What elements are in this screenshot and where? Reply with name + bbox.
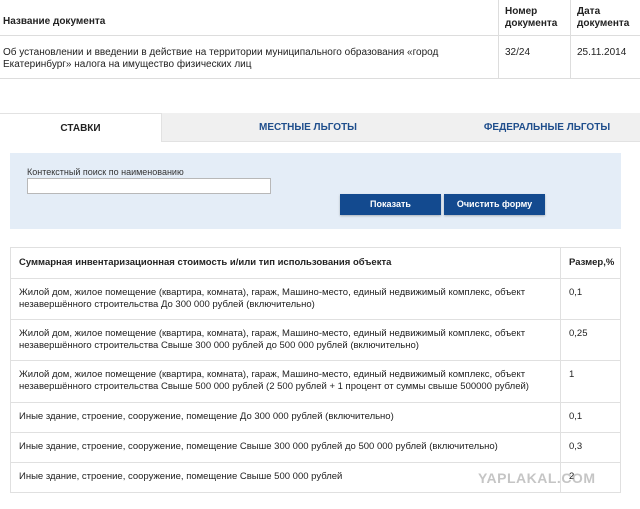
header-rate-size: Размер,% [569,257,615,268]
rate-description: Иные здание, строение, сооружение, помещ… [19,471,343,482]
column-divider [570,0,571,79]
tabs-bar: СТАВКИ МЕСТНЫЕ ЛЬГОТЫ ФЕДЕРАЛЬНЫЕ ЛЬГОТЫ [0,113,640,142]
documents-table-header: Название документа Номер документа Дата … [0,0,640,36]
table-row: Жилой дом, жилое помещение (квартира, ко… [11,319,620,360]
table-row: Жилой дом, жилое помещение (квартира, ко… [11,278,620,319]
search-input[interactable] [27,178,271,194]
table-row: Жилой дом, жилое помещение (квартира, ко… [11,360,620,402]
rate-description: Иные здание, строение, сооружение, помещ… [19,411,394,422]
document-name[interactable]: Об установлении и введении в действие на… [3,47,493,71]
document-row[interactable]: Об установлении и введении в действие на… [0,37,640,79]
rate-value: 0,1 [569,411,583,422]
column-divider [560,248,561,492]
rate-description: Жилой дом, жилое помещение (квартира, ко… [19,328,526,351]
rate-value: 0,3 [569,441,583,452]
tabs-divider [162,141,640,142]
rates-table: Суммарная инвентаризационная стоимость и… [10,247,621,493]
header-document-date: Дата документа [577,6,630,29]
rate-description: Жилой дом, жилое помещение (квартира, ко… [19,287,526,310]
rate-value: 0,25 [569,328,588,339]
watermark: YAPLAKAL.COM [478,470,596,486]
table-row: Иные здание, строение, сооружение, помещ… [11,432,620,462]
clear-form-button[interactable]: Очистить форму [444,194,545,215]
documents-table: Название документа Номер документа Дата … [0,0,640,79]
search-panel: Контекстный поиск по наименованию Показа… [10,153,621,229]
rate-description: Жилой дом, жилое помещение (квартира, ко… [19,369,529,392]
rate-value: 0,1 [569,287,583,298]
header-object-type: Суммарная инвентаризационная стоимость и… [19,257,392,268]
document-number: 32/24 [505,47,531,58]
column-divider [498,0,499,79]
tab-federal-benefits[interactable]: ФЕДЕРАЛЬНЫЕ ЛЬГОТЫ [454,113,640,142]
rate-value: 1 [569,369,575,380]
search-label: Контекстный поиск по наименованию [27,167,184,177]
rates-table-header: Суммарная инвентаризационная стоимость и… [11,248,620,278]
rate-description: Иные здание, строение, сооружение, помещ… [19,441,498,452]
document-date: 25.11.2014 [577,47,627,58]
header-document-name: Название документа [3,16,106,27]
table-row: Иные здание, строение, сооружение, помещ… [11,402,620,432]
tab-local-benefits[interactable]: МЕСТНЫЕ ЛЬГОТЫ [162,113,454,142]
show-button[interactable]: Показать [340,194,441,215]
tab-rates[interactable]: СТАВКИ [0,113,162,142]
header-document-number: Номер документа [505,6,558,29]
